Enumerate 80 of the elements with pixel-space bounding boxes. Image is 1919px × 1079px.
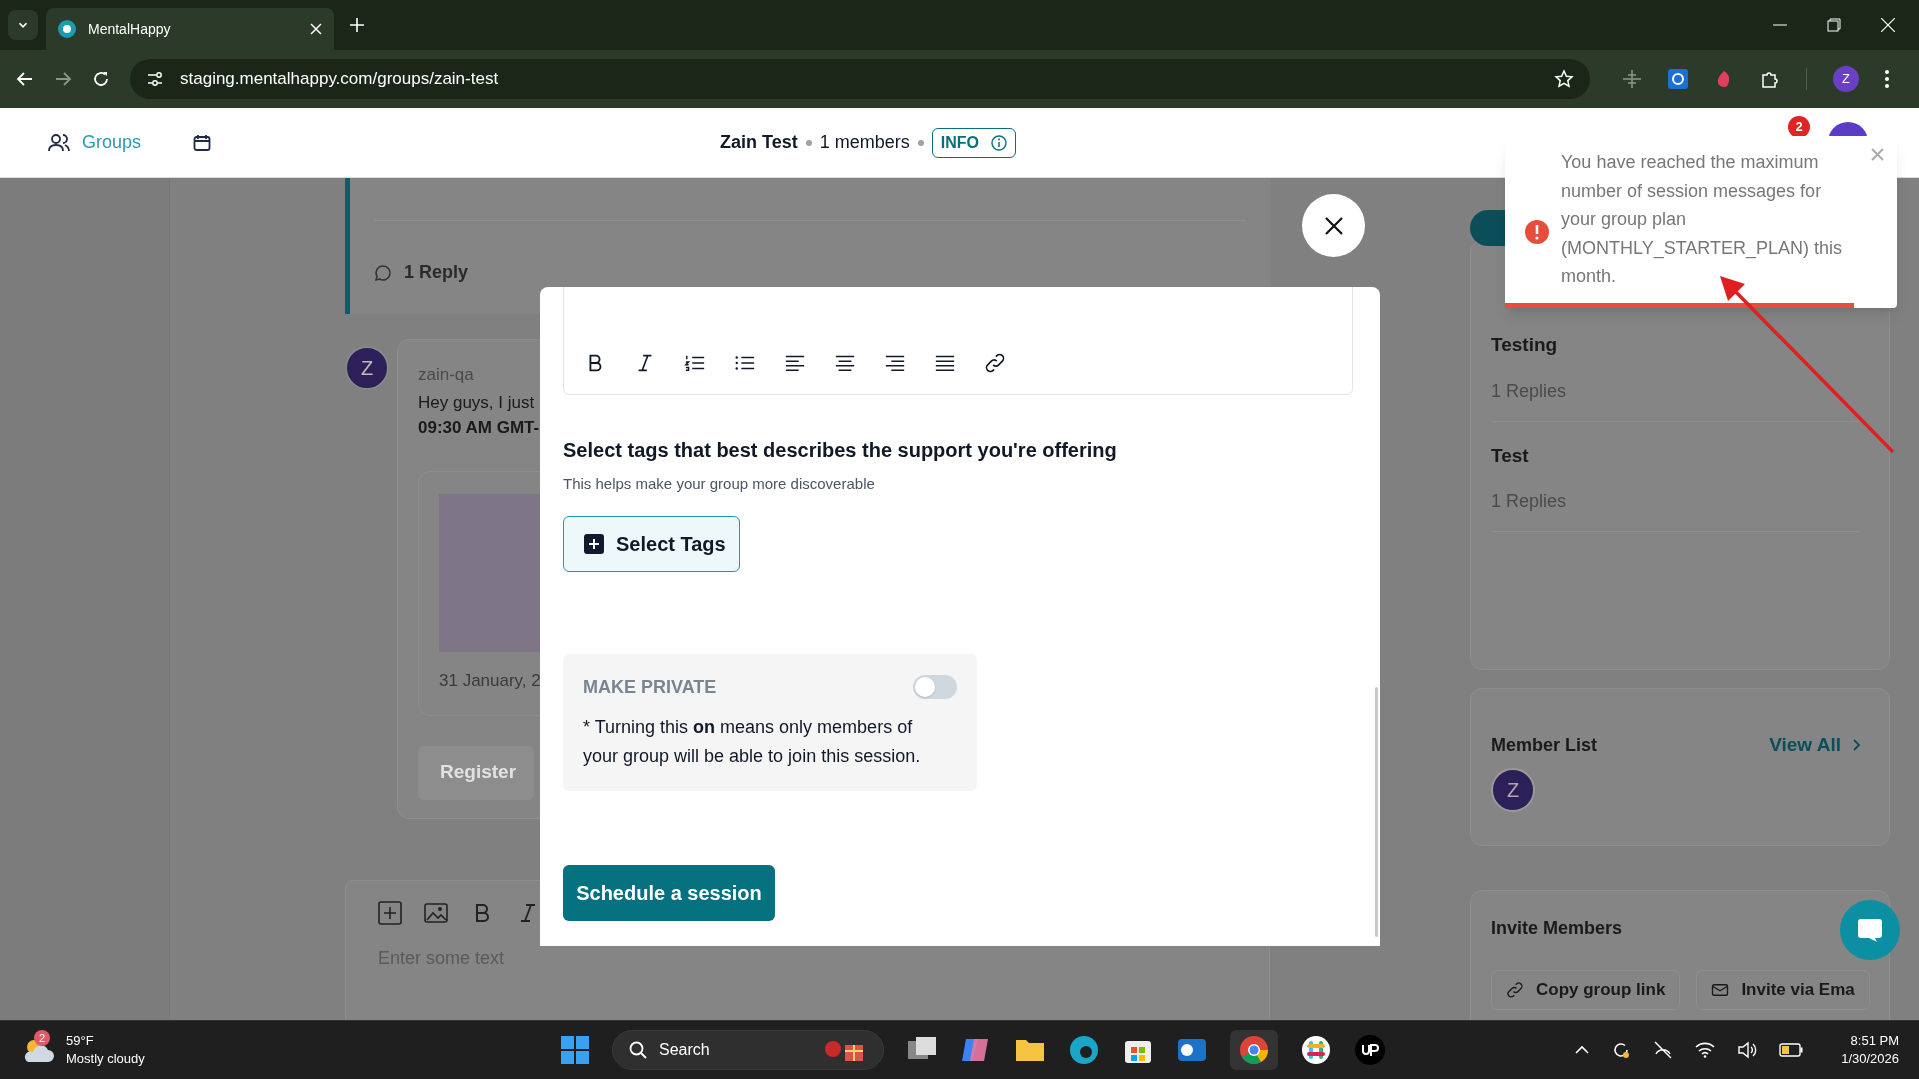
notification-badge: 2: [1788, 116, 1810, 138]
link-icon[interactable]: [984, 352, 1006, 374]
info-icon: [990, 134, 1007, 151]
schedule-session-button[interactable]: Schedule a session: [563, 864, 775, 921]
site-settings-icon[interactable]: [146, 70, 164, 88]
select-tags-button[interactable]: Select Tags: [563, 515, 740, 572]
taskbar-search[interactable]: Search: [612, 1030, 884, 1070]
chevron-up-icon[interactable]: [1575, 1045, 1590, 1055]
groups-nav-link[interactable]: Groups: [82, 129, 142, 156]
bookmark-star-icon[interactable]: [1554, 69, 1574, 89]
reload-icon[interactable]: [92, 70, 110, 88]
upwork-icon[interactable]: [1354, 1034, 1386, 1066]
restore-icon[interactable]: [1827, 18, 1841, 32]
back-icon[interactable]: [16, 70, 34, 88]
clock-time: 8:51 PM: [1850, 1032, 1899, 1050]
plus-icon: [584, 533, 604, 554]
chat-icon: [1857, 917, 1883, 943]
thread-title[interactable]: Test: [1491, 441, 1859, 470]
start-icon[interactable]: [560, 1035, 590, 1065]
thread-replies: 1 Replies: [1491, 379, 1568, 403]
search-icon: [629, 1041, 647, 1059]
thread-title[interactable]: Testing: [1491, 331, 1859, 360]
browser-edge-icon[interactable]: [1068, 1034, 1100, 1066]
menu-icon[interactable]: [1885, 70, 1889, 88]
event-date: 31 January, 2: [439, 669, 541, 692]
network-off-icon[interactable]: [1653, 1040, 1674, 1060]
extension-icon[interactable]: [1668, 69, 1688, 89]
people-icon: [48, 132, 70, 153]
link-icon: [1506, 981, 1524, 999]
weather-condition: Mostly cloudy: [66, 1050, 145, 1068]
mail-icon: [1711, 981, 1730, 999]
section-heading: Select tags that best describes the support you're offering: [563, 438, 1118, 463]
close-icon: [1324, 216, 1343, 235]
forward-icon[interactable]: [54, 70, 72, 88]
search-label: Search: [659, 1040, 711, 1060]
profile-avatar[interactable]: Z: [1833, 66, 1859, 92]
sync-icon[interactable]: [1611, 1040, 1632, 1060]
message-time: 09:30 AM GMT-: [418, 417, 540, 439]
new-tab-icon[interactable]: [350, 18, 364, 32]
weather-badge: 2: [34, 1030, 50, 1046]
slack-icon[interactable]: [1300, 1034, 1332, 1066]
extension-icon[interactable]: [1622, 69, 1642, 89]
site-favicon-icon: [58, 20, 76, 38]
comment-icon: [374, 263, 392, 282]
make-private-label: MAKE PRIVATE: [583, 675, 717, 699]
wifi-icon[interactable]: [1695, 1042, 1716, 1058]
browser-tab[interactable]: MentalHappy: [46, 8, 334, 50]
tab-list-icon[interactable]: [8, 10, 38, 40]
invite-button[interactable]: Copy group link: [1491, 970, 1681, 1010]
member-count: 1 members: [819, 131, 910, 154]
plus-icon[interactable]: [378, 901, 402, 925]
member-avatar[interactable]: Z: [1491, 767, 1535, 812]
error-icon: [1525, 220, 1549, 244]
url-text: staging.mentalhappy.com/groups/zain-test: [180, 68, 500, 91]
card-title: Member List: [1491, 733, 1598, 757]
group-name: Zain Test: [720, 131, 798, 154]
info-button[interactable]: INFO: [931, 127, 1016, 158]
thread-replies: 1 Replies: [1491, 490, 1568, 513]
temperature-text: 59°F: [66, 1032, 95, 1050]
section-hint: This helps make your group more discoverable: [563, 474, 876, 494]
volume-icon[interactable]: [1737, 1041, 1758, 1059]
clock-date: 1/30/2026: [1841, 1050, 1899, 1068]
tab-title: MentalHappy: [88, 19, 172, 39]
address-bar[interactable]: staging.mentalhappy.com/groups/zain-test: [130, 59, 1590, 99]
card-title: Invite Members: [1491, 917, 1624, 940]
image-icon[interactable]: [424, 901, 448, 925]
toast-message: You have reached the maximum number of session messages for your group plan (MONTHLY_STARTER_PLAN) this month.: [1561, 151, 1844, 288]
battery-icon[interactable]: [1779, 1043, 1804, 1057]
invite-button[interactable]: Invite via Ema: [1696, 970, 1870, 1010]
chevron-right-icon: [1853, 739, 1861, 752]
author-avatar: Z: [345, 346, 389, 390]
message-text: Hey guys, I just: [418, 391, 535, 414]
private-toggle[interactable]: [913, 675, 957, 699]
chrome-icon[interactable]: [1238, 1034, 1270, 1066]
calendar-icon[interactable]: [193, 133, 212, 152]
private-note: * Turning this on means only members of your group will be able to join this session.: [583, 715, 922, 768]
scrollbar[interactable]: [1375, 687, 1378, 937]
reply-count[interactable]: 1 Reply: [404, 259, 469, 286]
author-name: zain-qa: [418, 364, 474, 386]
extensions-puzzle-icon[interactable]: [1760, 69, 1780, 89]
